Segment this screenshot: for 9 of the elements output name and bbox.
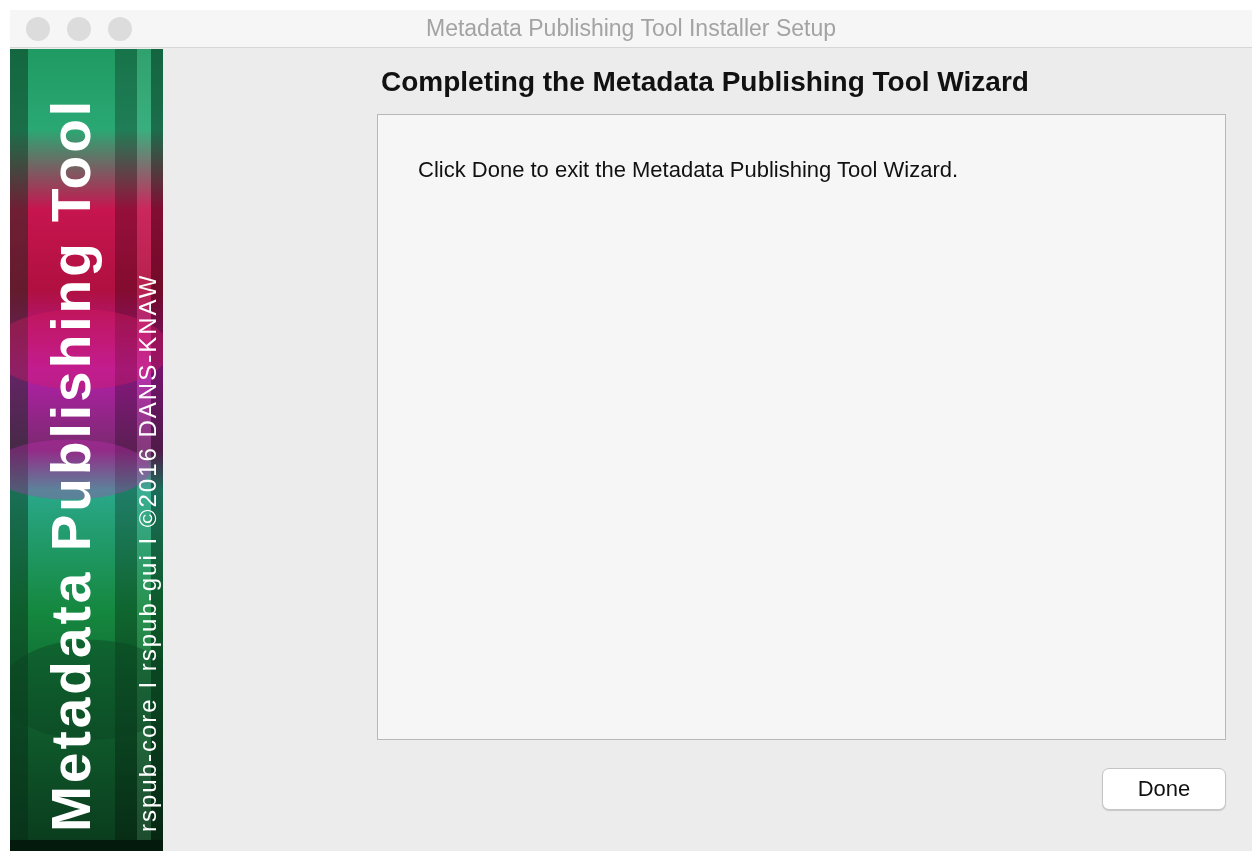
message-text: Click Done to exit the Metadata Publishing Tool Wizard. bbox=[418, 157, 959, 182]
banner-subtitle: rspub-core I rspub-gui I ©2016 DANS-KNAW bbox=[135, 273, 161, 832]
banner-title: Metadata Publishing Tool bbox=[41, 97, 101, 832]
window-title: Metadata Publishing Tool Installer Setup bbox=[426, 15, 836, 42]
done-button[interactable]: Done bbox=[1102, 768, 1226, 810]
window-control-icon[interactable] bbox=[108, 16, 132, 41]
window-control-icon[interactable] bbox=[67, 16, 91, 41]
window-control-icon[interactable] bbox=[26, 16, 50, 41]
page-heading: Completing the Metadata Publishing Tool Wizard bbox=[381, 66, 1030, 98]
